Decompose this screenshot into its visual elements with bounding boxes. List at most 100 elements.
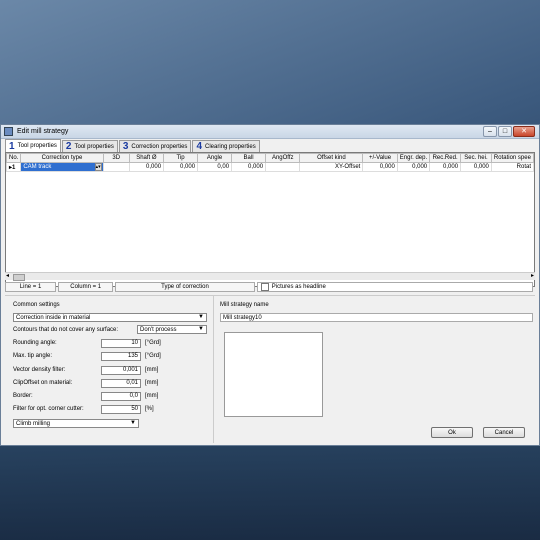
cancel-button[interactable]: Cancel [483, 427, 525, 438]
close-button[interactable]: ✕ [513, 126, 535, 137]
col-header-tip[interactable]: Tip [163, 153, 199, 163]
col-header-ball[interactable]: Ball [231, 153, 267, 163]
maximize-button[interactable]: □ [498, 126, 512, 137]
col-header-shaft[interactable]: Shaft Ø [128, 153, 165, 163]
col-header-correction-type[interactable]: Correction type [20, 153, 104, 163]
col-header-rotation[interactable]: Rotation spee [490, 153, 534, 163]
border-field[interactable]: 0,0 [101, 392, 141, 401]
tab-correction-properties[interactable]: 3 Correction properties [118, 140, 192, 152]
corner-filter-field[interactable]: 50 [101, 405, 141, 414]
corner-filter-label: Filter for opt. corner cutter: [13, 406, 84, 412]
col-header-angoffz[interactable]: AngOffz [265, 153, 301, 163]
border-label: Border: [13, 393, 33, 399]
correction-type-value: CAM track [23, 164, 52, 170]
cell-no: ▸1 [6, 162, 22, 172]
max-tip-angle-label: Max. tip angle: [13, 353, 53, 359]
status-bar: Line = 1 Column = 1 Type of correction P… [5, 282, 535, 292]
col-header-engr-dep[interactable]: Engr. dep. [396, 153, 431, 163]
common-settings-heading: Common settings [13, 302, 60, 308]
rounding-angle-unit: [°Grd] [145, 340, 161, 346]
tab-number: 3 [122, 141, 129, 152]
border-unit: [mm] [145, 393, 159, 399]
title-bar: Edit mill strategy – □ ✕ [1, 125, 539, 139]
cell-correction-type[interactable]: CAM track ▴▾ [20, 162, 104, 172]
vector-density-unit: [mm] [145, 367, 159, 373]
max-tip-angle-field[interactable]: 135 [101, 352, 141, 361]
clip-offset-label: ClipOffset on material: [13, 380, 73, 386]
status-column: Column = 1 [58, 282, 114, 292]
tab-number: 1 [9, 140, 15, 152]
contours-select[interactable]: Don't process ▼ [137, 325, 207, 334]
status-type: Type of correction [115, 282, 255, 292]
minimize-button[interactable]: – [483, 126, 497, 137]
pictures-label: Pictures as headline [271, 284, 326, 290]
background-keyboard [0, 430, 540, 540]
table-row[interactable]: ▸1 CAM track ▴▾ 0,000 0,000 0,00 0,000 X… [6, 162, 534, 172]
col-header-value[interactable]: +/-Value [362, 153, 398, 163]
strategy-name-value: Mill strategy10 [223, 314, 262, 321]
cell-ball[interactable]: 0,000 [231, 162, 267, 172]
cell-shaft[interactable]: 0,000 [128, 162, 165, 172]
cell-engr-dep[interactable]: 0,000 [396, 162, 431, 172]
col-header-rec-red[interactable]: Rec.Red. [429, 153, 462, 163]
cell-angle[interactable]: 0,00 [197, 162, 233, 172]
scrollbar-thumb[interactable] [13, 274, 25, 281]
milling-mode-value: Climb milling [16, 420, 51, 427]
col-header-offset-kind[interactable]: Offset kind [299, 153, 364, 163]
col-header-sec-hei[interactable]: Sec. hei. [460, 153, 492, 163]
strategy-name-label: Mill strategy name [220, 302, 269, 308]
status-line: Line = 1 [5, 282, 57, 292]
tab-label: Correction properties [131, 143, 188, 150]
cell-sec-hei[interactable]: 0,000 [460, 162, 492, 172]
cell-3d[interactable] [102, 162, 130, 172]
settings-pane: Common settings Correction inside in mat… [5, 295, 535, 443]
cell-tip[interactable]: 0,000 [163, 162, 199, 172]
vector-density-field[interactable]: 0,001 [101, 366, 141, 375]
tab-clearing-properties[interactable]: 4 Clearing properties [192, 140, 260, 152]
pictures-as-headline-toggle[interactable]: Pictures as headline [256, 282, 533, 292]
tab-number: 4 [196, 141, 202, 152]
tab-tool-properties-2[interactable]: 2 Tool properties [61, 140, 118, 152]
tab-tool-properties-1[interactable]: 1 Tool properties [5, 139, 61, 152]
cell-value[interactable]: 0,000 [362, 162, 398, 172]
rounding-angle-label: Rounding angle: [13, 340, 57, 346]
app-icon [4, 127, 13, 136]
contours-value: Don't process [140, 326, 177, 333]
rounding-angle-field[interactable]: 10 [101, 339, 141, 348]
tab-label: Tool properties [17, 143, 57, 149]
edit-mill-strategy-dialog: Edit mill strategy – □ ✕ 1 Tool properti… [0, 124, 540, 446]
horizontal-scrollbar[interactable]: ◂ ▸ [5, 272, 535, 281]
col-header-3d[interactable]: 3D [102, 153, 130, 163]
col-header-angle[interactable]: Angle [197, 153, 233, 163]
cell-rotation[interactable]: Rotat [490, 162, 534, 172]
dropdown-arrow-icon[interactable]: ▴▾ [94, 163, 102, 171]
cell-angoffz[interactable] [265, 162, 301, 172]
scroll-left-icon[interactable]: ◂ [6, 272, 9, 279]
clip-offset-field[interactable]: 0,01 [101, 379, 141, 388]
grid-header-row: No. Correction type 3D Shaft Ø Tip Angle… [6, 153, 534, 163]
scroll-right-icon[interactable]: ▸ [531, 272, 534, 279]
strategy-grid[interactable]: No. Correction type 3D Shaft Ø Tip Angle… [5, 152, 535, 287]
tab-label: Tool properties [74, 143, 114, 150]
correction-mode-value: Correction inside in material [16, 314, 91, 321]
chevron-down-icon: ▼ [198, 326, 204, 332]
cell-offset-kind[interactable]: XY-Offset [299, 162, 364, 172]
ok-button[interactable]: Ok [431, 427, 473, 438]
correction-mode-select[interactable]: Correction inside in material ▼ [13, 313, 207, 322]
max-tip-angle-unit: [°Grd] [145, 353, 161, 359]
contours-label: Contours that do not cover any surface: [13, 327, 119, 333]
tab-strip: 1 Tool properties 2 Tool properties 3 Co… [5, 139, 261, 152]
col-header-no[interactable]: No. [6, 153, 22, 163]
cell-rec-red[interactable]: 0,000 [429, 162, 462, 172]
pane-divider [213, 296, 214, 443]
milling-mode-select[interactable]: Climb milling ▼ [13, 419, 139, 428]
tool-preview-image [224, 332, 323, 417]
chevron-down-icon: ▼ [130, 420, 136, 426]
strategy-name-input[interactable]: Mill strategy10 [220, 313, 533, 322]
tab-label: Clearing properties [205, 143, 256, 150]
pictures-checkbox[interactable] [260, 283, 269, 291]
tab-number: 2 [65, 141, 72, 152]
window-title: Edit mill strategy [17, 128, 69, 135]
clip-offset-unit: [mm] [145, 380, 159, 386]
corner-filter-unit: [%] [145, 406, 154, 412]
